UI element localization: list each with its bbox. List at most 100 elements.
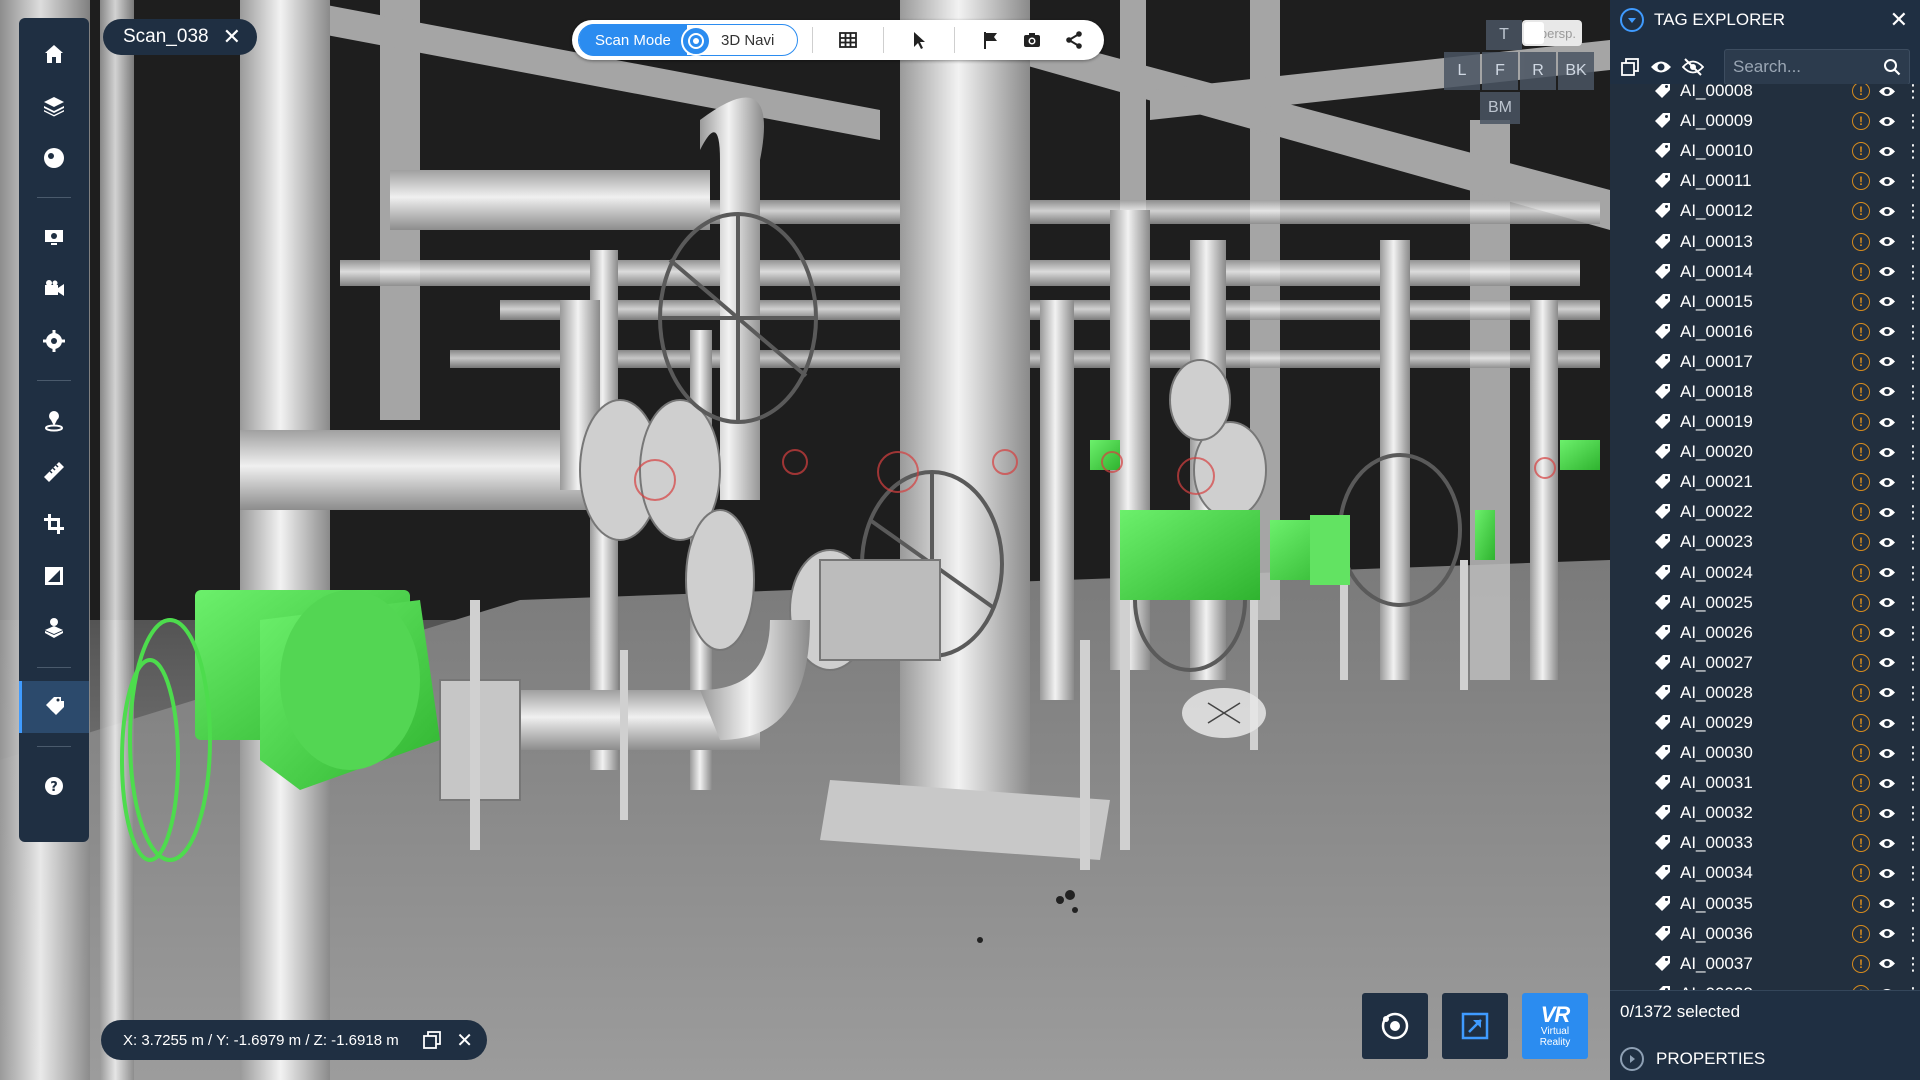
tag-list-item[interactable]: AI_00022! ⋮ <box>1610 497 1920 527</box>
properties-section-header[interactable]: PROPERTIES <box>1610 1038 1920 1080</box>
more-options-icon[interactable]: ⋮ <box>1904 774 1920 792</box>
tag-list-item[interactable]: AI_00029! ⋮ <box>1610 708 1920 738</box>
more-options-icon[interactable]: ⋮ <box>1904 834 1920 852</box>
scan-mode-label[interactable]: Scan Mode <box>579 24 687 56</box>
tag-search-input[interactable] <box>1733 57 1883 77</box>
more-options-icon[interactable]: ⋮ <box>1904 533 1920 551</box>
mode-toggle[interactable]: Scan Mode 3D Navi <box>578 24 798 56</box>
more-options-icon[interactable]: ⋮ <box>1904 293 1920 311</box>
more-options-icon[interactable]: ⋮ <box>1904 142 1920 160</box>
tag-list-item[interactable]: AI_00021! ⋮ <box>1610 467 1920 497</box>
warning-icon[interactable]: ! <box>1852 202 1870 221</box>
tag-list-item[interactable]: AI_00019! ⋮ <box>1610 407 1920 437</box>
visibility-eye-icon[interactable] <box>1878 416 1896 429</box>
close-scan-icon[interactable]: ✕ <box>223 26 241 48</box>
view-right-button[interactable]: R <box>1520 52 1556 90</box>
visibility-eye-icon[interactable] <box>1878 506 1896 519</box>
tag-list-item[interactable]: AI_00034! ⋮ <box>1610 858 1920 888</box>
show-all-eye-icon[interactable] <box>1650 55 1672 79</box>
more-options-icon[interactable]: ⋮ <box>1904 413 1920 431</box>
more-options-icon[interactable]: ⋮ <box>1904 172 1920 190</box>
tag-list-item[interactable]: AI_00013! ⋮ <box>1610 226 1920 256</box>
warning-icon[interactable]: ! <box>1852 84 1870 101</box>
visibility-eye-icon[interactable] <box>1878 626 1896 639</box>
snapshot-button[interactable] <box>1011 22 1053 58</box>
visibility-eye-icon[interactable] <box>1878 777 1896 790</box>
warning-icon[interactable]: ! <box>1852 834 1870 853</box>
tag-list-item[interactable]: AI_00035! ⋮ <box>1610 889 1920 919</box>
visibility-eye-icon[interactable] <box>1878 115 1896 128</box>
scan-tab[interactable]: Scan_038 ✕ <box>103 19 257 55</box>
more-options-icon[interactable]: ⋮ <box>1904 443 1920 461</box>
more-options-icon[interactable]: ⋮ <box>1904 714 1920 732</box>
visibility-eye-icon[interactable] <box>1878 265 1896 278</box>
close-panel-icon[interactable]: ✕ <box>1890 7 1908 33</box>
tag-list-item[interactable]: AI_00018! ⋮ <box>1610 377 1920 407</box>
more-options-icon[interactable]: ⋮ <box>1904 594 1920 612</box>
more-options-icon[interactable]: ⋮ <box>1904 804 1920 822</box>
tag-list-item[interactable]: AI_00020! ⋮ <box>1610 437 1920 467</box>
layers-button[interactable] <box>19 80 89 132</box>
view-back-button[interactable]: BK <box>1558 52 1594 90</box>
view-bottom-button[interactable]: BM <box>1480 92 1520 124</box>
tag-list-item[interactable]: AI_00016! ⋮ <box>1610 317 1920 347</box>
more-options-icon[interactable]: ⋮ <box>1904 624 1920 642</box>
tag-list-item[interactable]: AI_00038!⋮ <box>1610 979 1920 990</box>
expand-chevron-icon[interactable] <box>1620 1047 1644 1071</box>
projection-toggle[interactable]: persp. <box>1522 20 1582 46</box>
orbit-mode-button[interactable] <box>1362 993 1428 1059</box>
tag-list-item[interactable]: AI_00037! ⋮ <box>1610 949 1920 979</box>
visibility-eye-icon[interactable] <box>1878 807 1896 820</box>
warning-icon[interactable]: ! <box>1852 473 1870 492</box>
visibility-eye-icon[interactable] <box>1878 686 1896 699</box>
home-button[interactable] <box>19 28 89 80</box>
flag-button[interactable] <box>969 22 1011 58</box>
more-options-icon[interactable]: ⋮ <box>1904 233 1920 251</box>
visibility-eye-icon[interactable] <box>1878 145 1896 158</box>
measure-button[interactable] <box>19 446 89 498</box>
visibility-eye-icon[interactable] <box>1878 837 1896 850</box>
visibility-eye-icon[interactable] <box>1878 897 1896 910</box>
screen-button[interactable] <box>19 211 89 263</box>
select-button[interactable] <box>898 22 940 58</box>
object-button[interactable] <box>19 602 89 654</box>
visibility-eye-icon[interactable] <box>1878 596 1896 609</box>
warning-icon[interactable]: ! <box>1852 954 1870 973</box>
visibility-eye-icon[interactable] <box>1878 235 1896 248</box>
warning-icon[interactable]: ! <box>1852 924 1870 943</box>
warning-icon[interactable]: ! <box>1852 533 1870 552</box>
more-options-icon[interactable]: ⋮ <box>1904 383 1920 401</box>
visibility-eye-icon[interactable] <box>1878 656 1896 669</box>
more-options-icon[interactable]: ⋮ <box>1904 323 1920 341</box>
virtual-reality-button[interactable]: VR Virtual Reality <box>1522 993 1588 1059</box>
more-options-icon[interactable]: ⋮ <box>1904 684 1920 702</box>
visibility-eye-icon[interactable] <box>1878 85 1896 98</box>
tag-list-item[interactable]: AI_00011! ⋮ <box>1610 166 1920 196</box>
visibility-eye-icon[interactable] <box>1878 446 1896 459</box>
more-options-icon[interactable]: ⋮ <box>1904 564 1920 582</box>
view-left-button[interactable]: L <box>1444 52 1480 90</box>
copy-icon[interactable] <box>422 1030 442 1050</box>
mode-toggle-knob[interactable] <box>681 26 711 56</box>
warning-icon[interactable]: ! <box>1852 864 1870 883</box>
warning-icon[interactable]: ! <box>1852 623 1870 642</box>
visibility-eye-icon[interactable] <box>1878 476 1896 489</box>
visibility-eye-icon[interactable] <box>1878 927 1896 940</box>
warning-icon[interactable]: ! <box>1852 142 1870 161</box>
tag-list-item[interactable]: AI_00026! ⋮ <box>1610 618 1920 648</box>
warning-icon[interactable]: ! <box>1852 352 1870 371</box>
more-options-icon[interactable]: ⋮ <box>1904 864 1920 882</box>
tag-list-item[interactable]: AI_00017! ⋮ <box>1610 347 1920 377</box>
camera-path-button[interactable] <box>19 263 89 315</box>
help-button[interactable]: ? <box>19 760 89 812</box>
3d-viewport[interactable] <box>0 0 1610 1080</box>
settings-button[interactable] <box>19 315 89 367</box>
tag-list-item[interactable]: AI_00030! ⋮ <box>1610 738 1920 768</box>
warning-icon[interactable]: ! <box>1852 653 1870 672</box>
tags-button[interactable] <box>19 681 89 733</box>
warning-icon[interactable]: ! <box>1852 443 1870 462</box>
visibility-eye-icon[interactable] <box>1878 325 1896 338</box>
more-options-icon[interactable]: ⋮ <box>1904 84 1920 100</box>
hide-all-eye-icon[interactable] <box>1682 55 1704 79</box>
visibility-eye-icon[interactable] <box>1878 175 1896 188</box>
